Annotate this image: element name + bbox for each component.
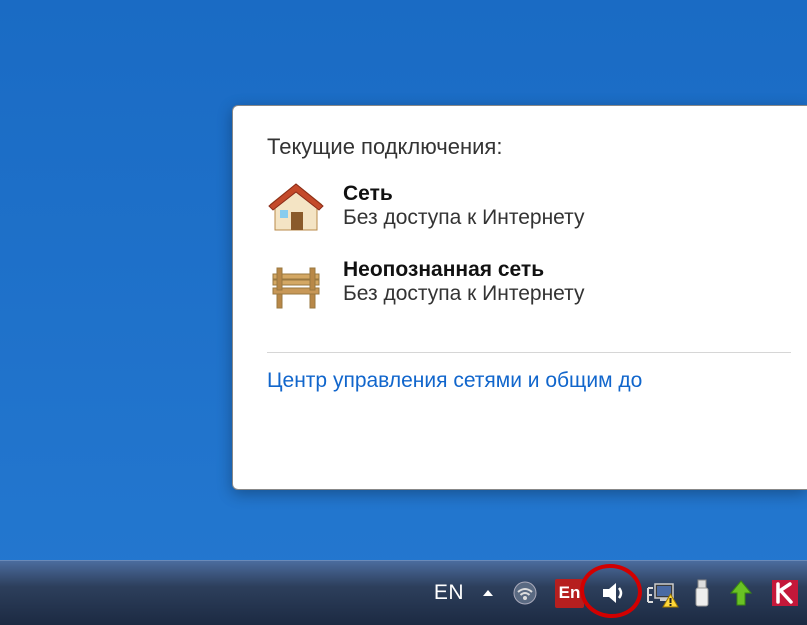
divider [267,352,791,353]
network-popup: Текущие подключения: Сеть Без доступа к … [232,105,807,490]
network-item-unknown[interactable]: Неопознанная сеть Без доступа к Интернет… [267,258,791,310]
network-text: Неопознанная сеть Без доступа к Интернет… [343,258,585,306]
network-name: Сеть [343,182,585,206]
popup-title: Текущие подключения: [267,134,791,160]
wifi-icon[interactable] [512,580,538,606]
network-tray-icon[interactable] [646,580,676,606]
volume-icon[interactable] [601,580,629,606]
bench-icon [267,258,325,310]
update-arrow-icon[interactable] [728,579,754,607]
show-hidden-icons-button[interactable] [481,586,495,600]
network-status: Без доступа к Интернету [343,282,585,306]
network-text: Сеть Без доступа к Интернету [343,182,585,230]
language-indicator[interactable]: EN [434,581,464,605]
keyboard-layout-icon[interactable]: En [555,579,584,608]
usb-eject-icon[interactable] [693,578,711,608]
network-status: Без доступа к Интернету [343,206,585,230]
taskbar: EN En [0,560,807,625]
network-name: Неопознанная сеть [343,258,585,282]
kaspersky-icon[interactable] [771,579,799,607]
house-icon [267,182,325,234]
network-item-home[interactable]: Сеть Без доступа к Интернету [267,182,791,234]
network-center-link[interactable]: Центр управления сетями и общим до [267,369,791,393]
